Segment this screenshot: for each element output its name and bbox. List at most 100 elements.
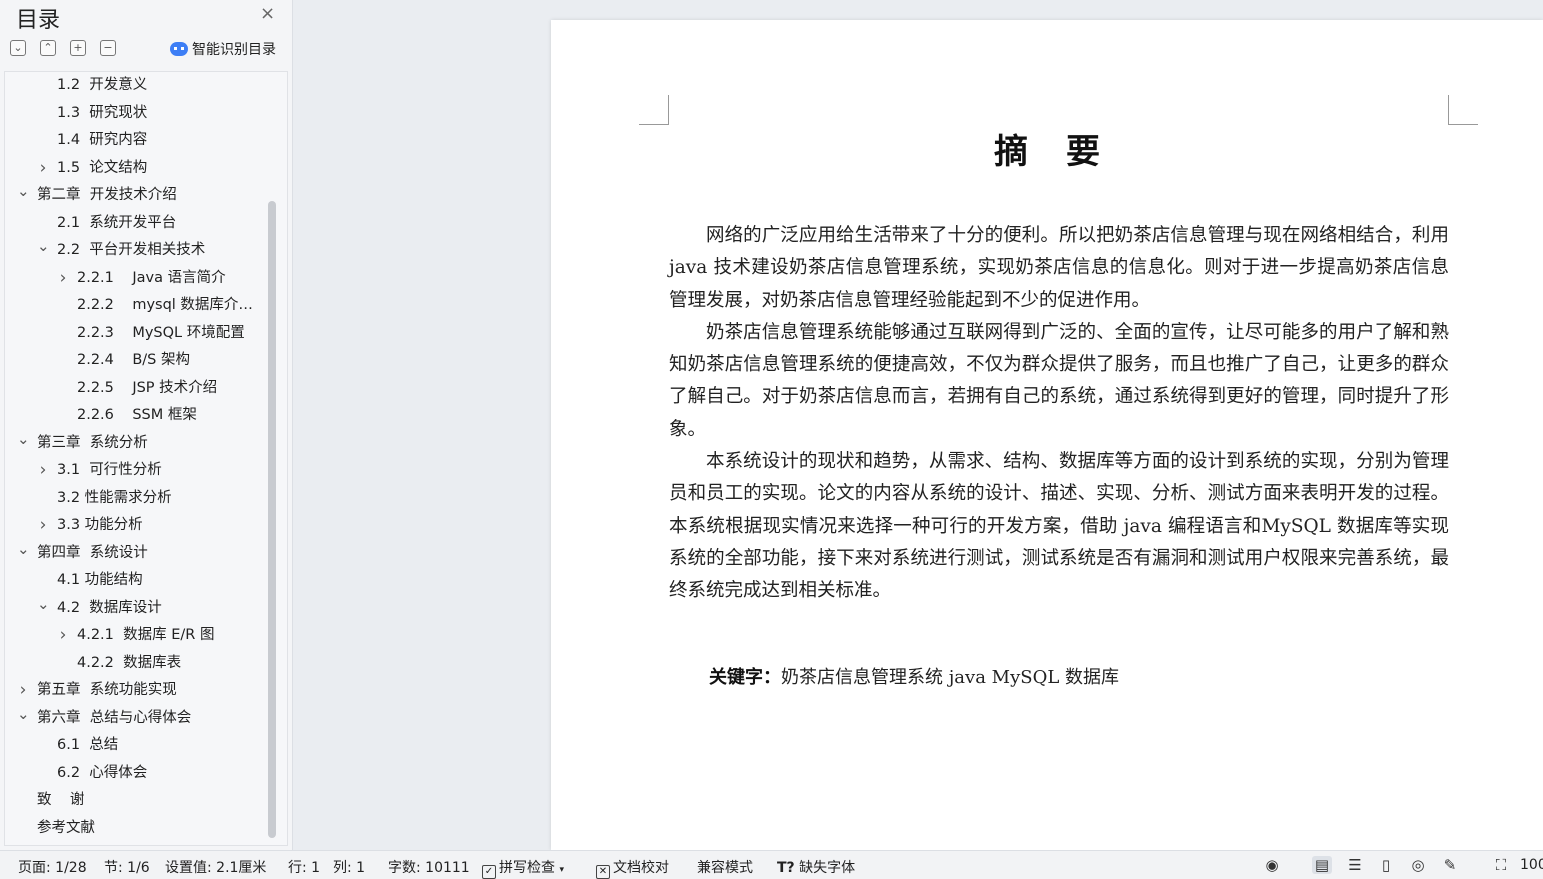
toc-item[interactable]: ⌄ 第四章 系统设计 xyxy=(5,540,265,564)
toc-item-label: 2.2.5 JSP 技术介绍 xyxy=(77,379,218,396)
chevron-down-icon: ▾ xyxy=(559,865,564,875)
chevron-down-icon[interactable]: ⌄ xyxy=(17,180,30,202)
abstract-body: 网络的广泛应用给生活带来了十分的便利。所以把奶茶店信息管理与现在网络相结合，利用… xyxy=(669,220,1449,608)
toc-item[interactable]: 3.2 性能需求分析 xyxy=(5,487,265,509)
chevron-right-icon[interactable]: › xyxy=(17,679,29,701)
ai-icon xyxy=(170,42,188,56)
toc-item[interactable]: › 第五章 系统功能实现 xyxy=(5,679,265,701)
section-indicator[interactable]: 节: 1/6 xyxy=(104,857,150,877)
toc-item[interactable]: › 2.2.1 Java 语言简介 xyxy=(5,267,265,289)
toc-item[interactable]: ⌄ 2.2 平台开发相关技术 xyxy=(5,237,265,261)
toc-item[interactable]: 2.2.3 MySQL 环境配置 xyxy=(5,322,265,344)
chevron-right-icon[interactable]: › xyxy=(37,157,49,179)
toc-item-label: 第三章 系统分析 xyxy=(37,434,148,451)
toc-item-label: 致 谢 xyxy=(37,792,85,808)
row-indicator: 行: 1 xyxy=(288,860,321,876)
missing-font-button[interactable]: T? 缺失字体 xyxy=(777,857,855,877)
chevron-down-icon[interactable]: ⌄ xyxy=(17,538,30,560)
toc-item[interactable]: 致 谢 xyxy=(5,789,265,811)
chevron-down-icon[interactable]: ⌄ xyxy=(17,428,30,450)
crop-mark xyxy=(639,95,669,125)
toc-item[interactable]: 1.2 开发意义 xyxy=(5,74,265,96)
toc-item-label: 第四章 系统设计 xyxy=(37,544,148,561)
chevron-right-icon[interactable]: › xyxy=(37,459,49,481)
toc-item[interactable]: › 3.3 功能分析 xyxy=(5,514,265,536)
toc-item-label: 参考文献 xyxy=(37,819,95,836)
toc-item-label: 3.3 功能分析 xyxy=(57,517,143,533)
toc-item-label: 第五章 系统功能实现 xyxy=(37,682,177,698)
toc-item-label: 2.2.6 SSM 框架 xyxy=(77,407,197,423)
close-icon[interactable]: × xyxy=(260,4,275,24)
eye-protect-icon[interactable]: ◉ xyxy=(1262,856,1282,874)
fit-page-icon[interactable]: ⛶ xyxy=(1491,856,1511,874)
toc-item[interactable]: ⌄ 第二章 开发技术介绍 xyxy=(5,182,265,206)
toc-item[interactable]: › 1.5 论文结构 xyxy=(5,157,265,179)
add-level-icon[interactable]: + xyxy=(70,40,86,56)
toc-item[interactable]: 1.3 研究现状 xyxy=(5,102,265,124)
toc-item[interactable]: 4.2.2 数据库表 xyxy=(5,652,265,674)
pen-icon[interactable]: ✎ xyxy=(1440,856,1460,874)
chevron-down-icon[interactable]: ⌄ xyxy=(37,593,50,615)
smart-toc-label: 智能识别目录 xyxy=(192,42,276,58)
expand-all-icon[interactable]: ⌄ xyxy=(10,40,26,56)
spell-check-button[interactable]: ✓ 拼写检查 ▾ xyxy=(482,857,564,879)
web-view-icon[interactable]: ◎ xyxy=(1408,856,1428,874)
outline-view-icon[interactable]: ☰ xyxy=(1345,856,1365,874)
toc-sidebar: 目录 × ⌄ ⌃ + − 智能识别目录 1.2 开发意义 1.3 研究现状 1.4 … xyxy=(0,0,293,850)
smart-toc-button[interactable]: 智能识别目录 xyxy=(170,39,276,59)
zoom-level[interactable]: 100 xyxy=(1520,857,1543,873)
collapse-all-icon[interactable]: ⌃ xyxy=(40,40,56,56)
toc-item[interactable]: › 4.2.1 数据库 E/R 图 xyxy=(5,624,265,646)
sidebar-title: 目录 xyxy=(16,8,61,33)
toc-item[interactable]: 2.2.5 JSP 技术介绍 xyxy=(5,377,265,399)
font-icon: T? xyxy=(777,860,795,876)
chevron-right-icon[interactable]: › xyxy=(57,267,69,289)
abstract-paragraph: 网络的广泛应用给生活带来了十分的便利。所以把奶茶店信息管理与现在网络相结合，利用… xyxy=(669,225,1449,311)
toc-item[interactable]: 2.1 系统开发平台 xyxy=(5,212,265,234)
toc-item[interactable]: 6.2 心得体会 xyxy=(5,762,265,784)
chevron-right-icon[interactable]: › xyxy=(37,514,49,536)
chevron-right-icon[interactable]: › xyxy=(57,624,69,646)
toc-item[interactable]: ⌄ 4.2 数据库设计 xyxy=(5,595,265,619)
toc-item[interactable]: 6.1 总结 xyxy=(5,734,265,756)
toc-item[interactable]: 参考文献 xyxy=(5,817,265,839)
toc-item[interactable]: 1.4 研究内容 xyxy=(5,129,265,151)
toc-item-label: 1.2 开发意义 xyxy=(57,77,148,93)
toc-item-label: 4.2.2 数据库表 xyxy=(77,654,182,671)
keywords-label: 关键字： xyxy=(709,667,781,688)
col-indicator: 列: 1 xyxy=(333,860,366,876)
toc-scrollbar[interactable] xyxy=(268,201,276,838)
crop-mark xyxy=(1448,95,1478,125)
toc-item-label: 2.1 系统开发平台 xyxy=(57,214,177,231)
proofread-button[interactable]: ✕ 文档校对 xyxy=(596,857,669,879)
toc-item-label: 1.4 研究内容 xyxy=(57,132,148,148)
toc-item[interactable]: ⌄ 第三章 系统分析 xyxy=(5,430,265,454)
page-indicator[interactable]: 页面: 1/28 xyxy=(18,857,87,877)
setting-indicator[interactable]: 设置值: 2.1厘米 xyxy=(165,857,266,877)
toc-item[interactable]: 2.2.4 B/S 架构 xyxy=(5,349,265,371)
compat-mode-button[interactable]: 兼容模式 xyxy=(697,857,753,877)
chevron-down-icon[interactable]: ⌄ xyxy=(37,235,50,257)
read-view-icon[interactable]: ▯ xyxy=(1376,856,1396,874)
toc-item-label: 2.2.1 Java 语言简介 xyxy=(77,269,226,286)
toc-item-label: 4.2.1 数据库 E/R 图 xyxy=(77,627,215,643)
document-page[interactable]: 摘要 网络的广泛应用给生活带来了十分的便利。所以把奶茶店信息管理与现在网络相结合… xyxy=(551,20,1543,850)
keywords-line: 关键字：奶茶店信息管理系统 java MySQL 数据库 xyxy=(709,663,1119,689)
toc-item[interactable]: › 3.1 可行性分析 xyxy=(5,459,265,481)
chevron-down-icon[interactable]: ⌄ xyxy=(17,703,30,725)
toc-item[interactable]: 2.2.2 mysql 数据库介… xyxy=(5,294,265,316)
abstract-paragraph: 本系统设计的现状和趋势，从需求、结构、数据库等方面的设计到系统的实现，分别为管理… xyxy=(669,451,1449,602)
toc-item[interactable]: ⌄ 第六章 总结与心得体会 xyxy=(5,705,265,729)
abstract-paragraph: 奶茶店信息管理系统能够通过互联网得到广泛的、全面的宣传，让尽可能多的用户了解和熟… xyxy=(669,321,1449,440)
missing-font-label: 缺失字体 xyxy=(799,860,856,876)
toc-item[interactable]: 4.1 功能结构 xyxy=(5,569,265,591)
page-view-icon[interactable]: ▤ xyxy=(1312,856,1332,874)
word-count[interactable]: 字数: 10111 xyxy=(388,857,470,877)
toc-item-label: 6.2 心得体会 xyxy=(57,764,148,781)
toc-item[interactable]: 2.2.6 SSM 框架 xyxy=(5,404,265,426)
toc-item-label: 6.1 总结 xyxy=(57,737,119,753)
toc-item-label: 1.5 论文结构 xyxy=(57,159,148,176)
remove-level-icon[interactable]: − xyxy=(100,40,116,56)
toc-item-label: 2.2.3 MySQL 环境配置 xyxy=(77,324,245,341)
proofread-icon: ✕ xyxy=(596,865,610,879)
